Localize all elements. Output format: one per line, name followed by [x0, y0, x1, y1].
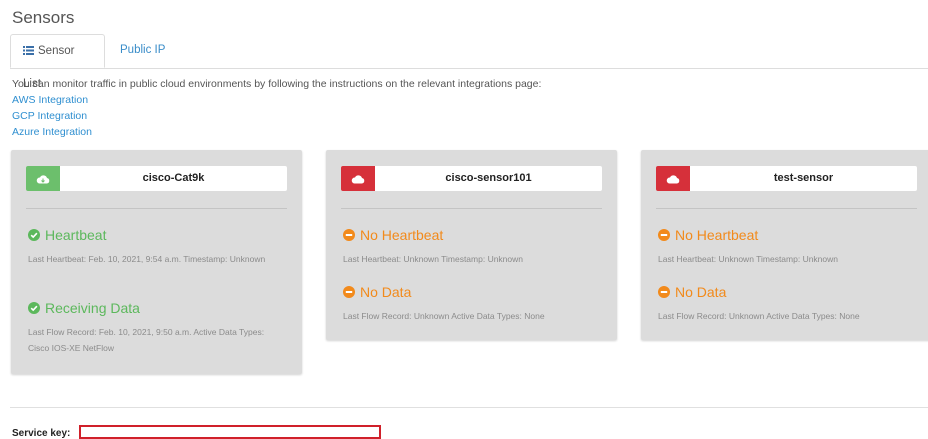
sensor-name: test-sensor: [773, 172, 834, 184]
data-detail: Last Flow Record: Feb. 10, 2021, 9:50 a.…: [28, 327, 265, 353]
tab-sensor-list[interactable]: Sensor List: [10, 34, 105, 90]
heartbeat-detail: Last Heartbeat: Unknown Timestamp: Unkno…: [343, 254, 524, 264]
data-detail: Last Flow Record: Unknown Active Data Ty…: [343, 311, 545, 321]
sensor-card-header[interactable]: cisco-sensor101: [341, 166, 602, 191]
heartbeat-status: No Heartbeat: [343, 227, 443, 243]
heartbeat-detail: Last Heartbeat: Unknown Timestamp: Unkno…: [658, 254, 839, 264]
data-status: No Data: [658, 284, 726, 300]
data-detail: Last Flow Record: Unknown Active Data Ty…: [658, 311, 860, 321]
cloud-icon: [666, 174, 680, 183]
sensor-card: test-sensor No Heartbeat Last Heartbeat:…: [641, 150, 928, 340]
service-key-field[interactable]: [79, 425, 381, 439]
tab-bar: Sensor List Public IP: [10, 34, 928, 90]
heartbeat-status: No Heartbeat: [658, 227, 758, 243]
page-title: Sensors: [12, 8, 75, 27]
divider: [341, 208, 602, 209]
minus-circle-icon: [658, 286, 670, 298]
data-status: Receiving Data: [28, 300, 140, 316]
heartbeat-status: Heartbeat: [28, 227, 106, 243]
data-label: No Data: [360, 284, 412, 300]
heartbeat-label: Heartbeat: [45, 227, 107, 243]
aws-integration-link[interactable]: AWS Integration: [12, 94, 88, 106]
list-icon: [23, 46, 34, 55]
divider: [10, 407, 928, 408]
sensor-card-header[interactable]: cisco-Cat9k: [26, 166, 287, 191]
data-status: No Data: [343, 284, 411, 300]
service-key-label: Service key:: [12, 428, 71, 439]
check-circle-icon: [28, 302, 40, 314]
sensor-card: cisco-sensor101 No Heartbeat Last Heartb…: [326, 150, 617, 340]
data-label: Receiving Data: [45, 300, 140, 316]
data-label: No Data: [675, 284, 727, 300]
heartbeat-label: No Heartbeat: [360, 227, 444, 243]
azure-integration-link[interactable]: Azure Integration: [12, 126, 92, 138]
heartbeat-label: No Heartbeat: [675, 227, 759, 243]
minus-circle-icon: [658, 229, 670, 241]
sensor-name: cisco-sensor101: [445, 172, 532, 184]
cloud-status-box: [26, 166, 60, 191]
tab-public-ip[interactable]: Public IP: [108, 34, 177, 67]
heartbeat-detail: Last Heartbeat: Feb. 10, 2021, 9:54 a.m.…: [28, 254, 266, 264]
sensor-card: cisco-Cat9k Heartbeat Last Heartbeat: Fe…: [11, 150, 302, 374]
cloud-icon: [36, 174, 50, 183]
sensor-name: cisco-Cat9k: [142, 172, 205, 184]
check-circle-icon: [28, 229, 40, 241]
divider: [26, 208, 287, 209]
tab-label: Public IP: [120, 44, 166, 56]
cloud-icon: [351, 174, 365, 183]
gcp-integration-link[interactable]: GCP Integration: [12, 110, 87, 122]
intro-text: You can monitor traffic in public cloud …: [12, 78, 542, 90]
cloud-status-box: [656, 166, 690, 191]
divider: [656, 208, 917, 209]
minus-circle-icon: [343, 286, 355, 298]
sensor-card-header[interactable]: test-sensor: [656, 166, 917, 191]
cloud-status-box: [341, 166, 375, 191]
minus-circle-icon: [343, 229, 355, 241]
